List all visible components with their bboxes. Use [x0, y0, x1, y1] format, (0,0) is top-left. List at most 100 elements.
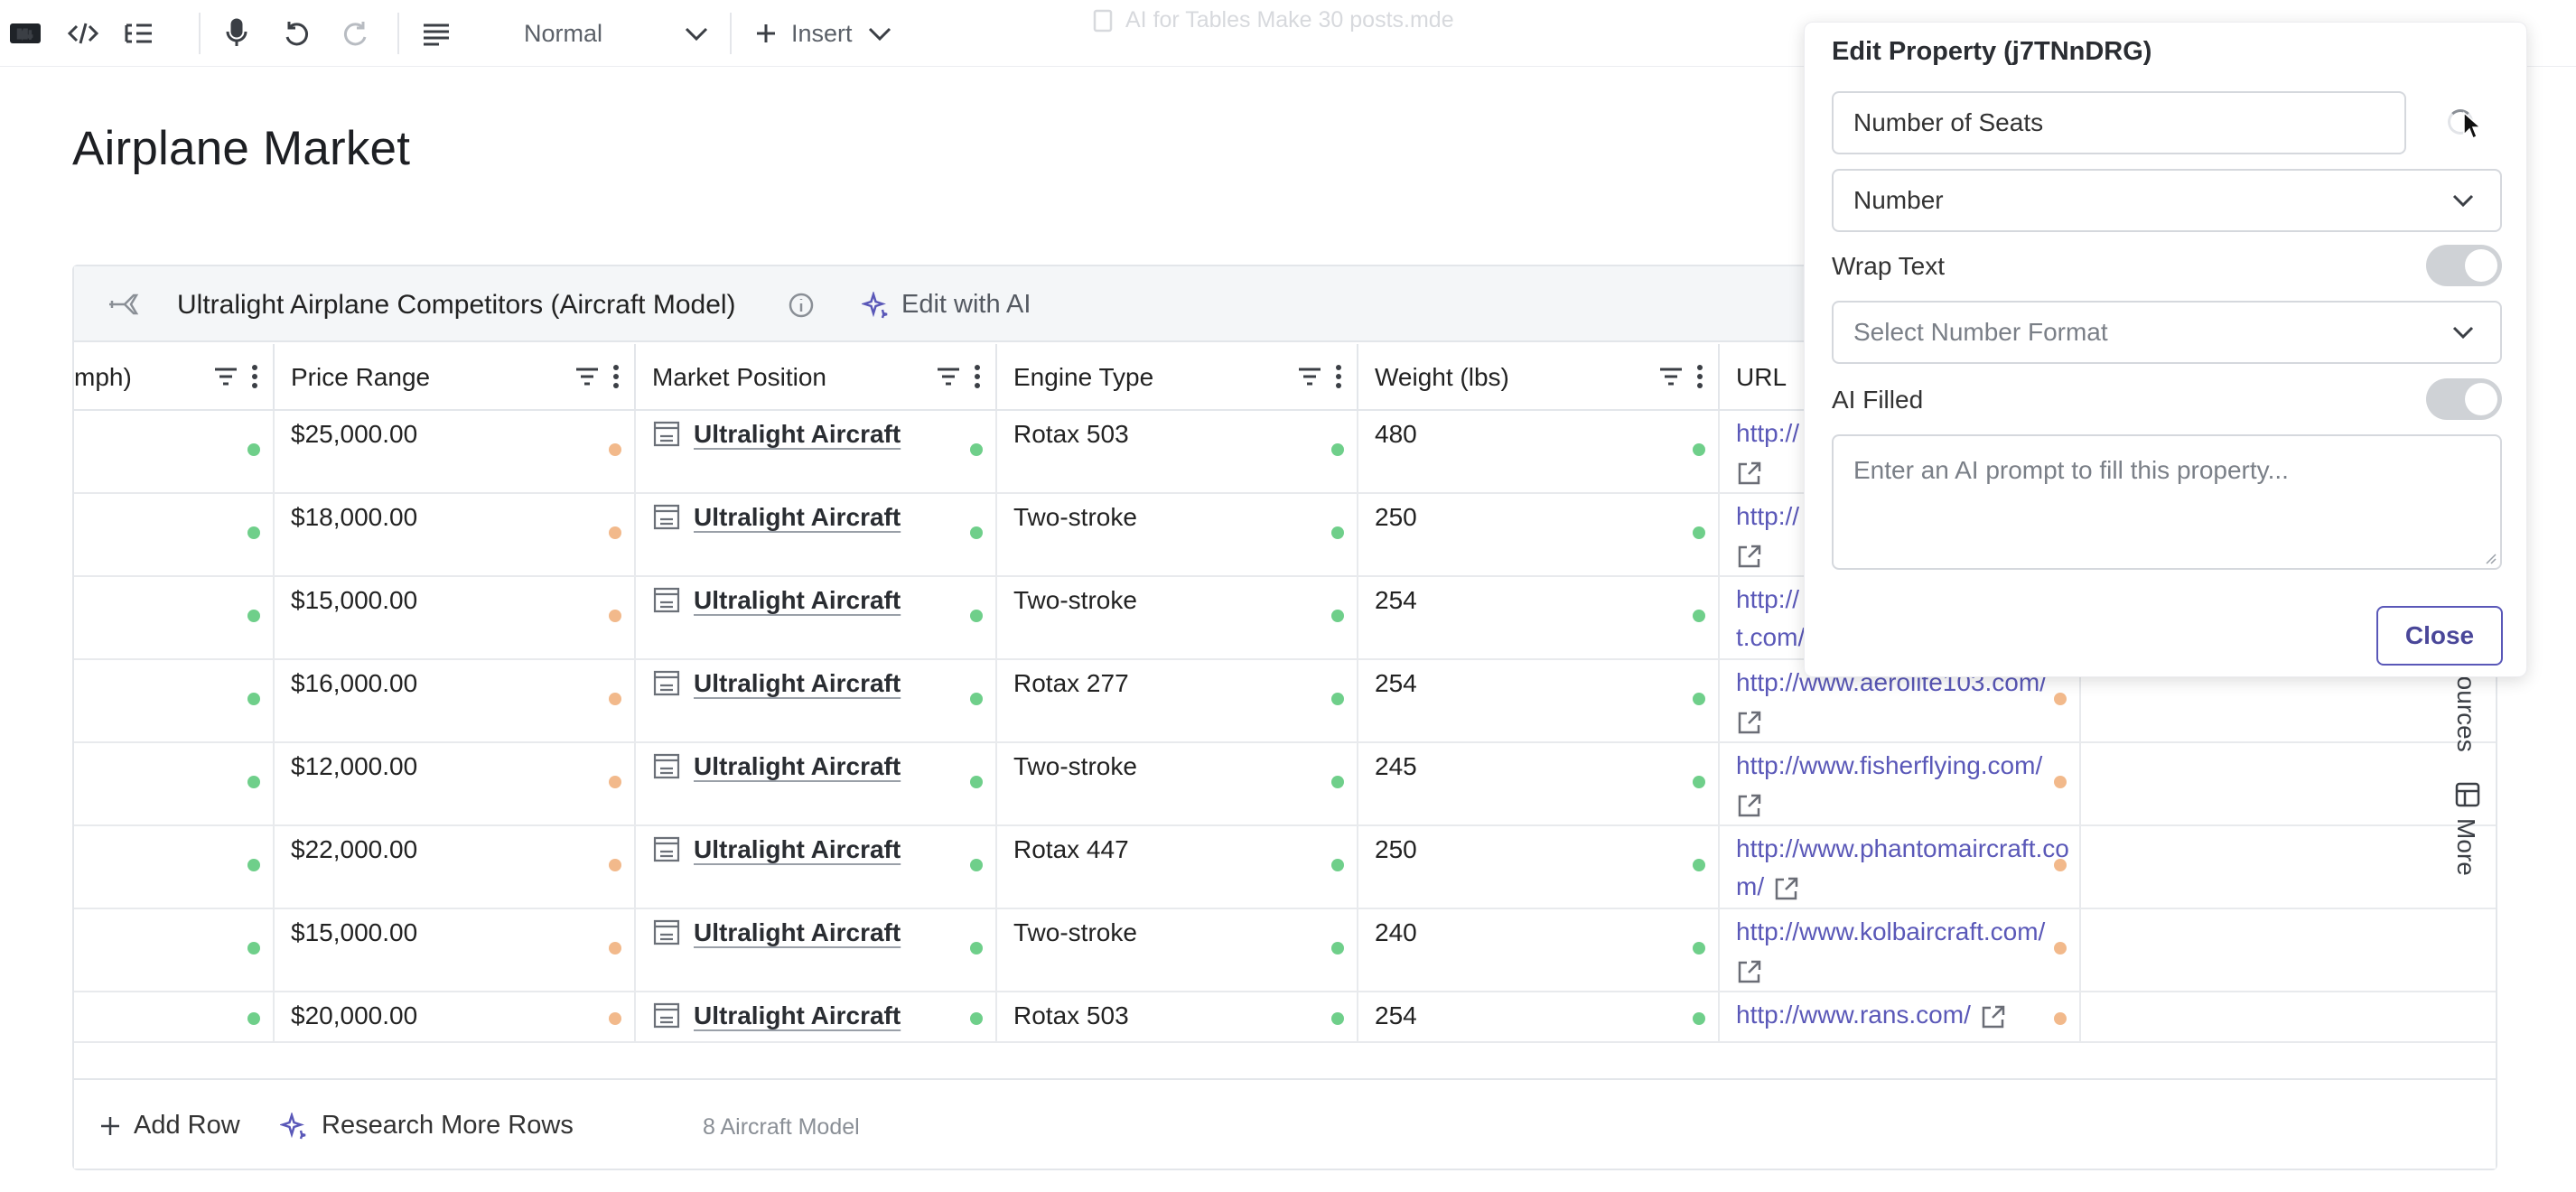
engine-cell[interactable]: Rotax 503: [997, 411, 1358, 492]
url-link[interactable]: http://: [1736, 419, 1799, 447]
url-cell[interactable]: http://www.rans.com/: [1720, 992, 2081, 1041]
url-cell[interactable]: http://www.fisherflying.com/: [1720, 743, 2081, 824]
market-position-cell[interactable]: Ultralight Aircraft: [636, 992, 997, 1041]
market-position-link[interactable]: Ultralight Aircraft: [694, 586, 901, 615]
external-link-icon[interactable]: [1736, 460, 1763, 487]
filter-icon[interactable]: [1297, 366, 1322, 387]
weight-cell[interactable]: 240: [1358, 909, 1720, 991]
table-row[interactable]: $15,000.00 Ultralight Aircraft Two-strok…: [74, 909, 2496, 992]
external-link-icon[interactable]: [1736, 958, 1763, 985]
speed-cell[interactable]: [74, 577, 275, 658]
market-position-link[interactable]: Ultralight Aircraft: [694, 1001, 901, 1030]
external-link-icon[interactable]: [1773, 875, 1800, 902]
weight-cell[interactable]: 254: [1358, 577, 1720, 658]
code-view-icon[interactable]: [67, 16, 99, 51]
market-position-cell[interactable]: Ultralight Aircraft: [636, 660, 997, 741]
filter-icon[interactable]: [213, 366, 238, 387]
price-cell[interactable]: $15,000.00: [275, 909, 636, 991]
speed-cell[interactable]: [74, 826, 275, 908]
close-button[interactable]: Close: [2376, 606, 2503, 666]
column-header-engine-type[interactable]: Engine Type: [997, 344, 1358, 411]
more-tab[interactable]: More: [2451, 818, 2480, 876]
wrap-text-toggle[interactable]: [2426, 245, 2502, 286]
url-link[interactable]: http://www.fisherflying.com/: [1736, 751, 2042, 779]
speed-cell[interactable]: [74, 494, 275, 575]
price-cell[interactable]: $15,000.00: [275, 577, 636, 658]
insert-button[interactable]: Insert: [755, 16, 892, 51]
engine-cell[interactable]: Two-stroke: [997, 909, 1358, 991]
price-cell[interactable]: $25,000.00: [275, 411, 636, 492]
column-header-price-range[interactable]: Price Range: [275, 344, 636, 411]
column-header-weight[interactable]: Weight (lbs): [1358, 344, 1720, 411]
filter-icon[interactable]: [936, 366, 961, 387]
paragraph-align-icon[interactable]: [421, 16, 452, 51]
url-link[interactable]: http:// t.com/: [1736, 585, 1805, 651]
external-link-icon[interactable]: [1736, 792, 1763, 819]
table-row[interactable]: $20,000.00 Ultralight Aircraft Rotax 503…: [74, 992, 2496, 1043]
engine-cell[interactable]: Rotax 447: [997, 826, 1358, 908]
market-position-link[interactable]: Ultralight Aircraft: [694, 752, 901, 781]
price-cell[interactable]: $16,000.00: [275, 660, 636, 741]
more-vertical-icon[interactable]: [1335, 364, 1342, 389]
undo-icon[interactable]: [282, 16, 311, 51]
microphone-icon[interactable]: [224, 16, 249, 51]
add-row-button[interactable]: Add Row: [99, 1111, 240, 1141]
url-link[interactable]: http://: [1736, 502, 1799, 530]
market-position-cell[interactable]: Ultralight Aircraft: [636, 826, 997, 908]
weight-cell[interactable]: 250: [1358, 494, 1720, 575]
price-cell[interactable]: $18,000.00: [275, 494, 636, 575]
table-row[interactable]: $12,000.00 Ultralight Aircraft Two-strok…: [74, 743, 2496, 826]
number-format-select[interactable]: Select Number Format: [1832, 301, 2502, 364]
price-cell[interactable]: $22,000.00: [275, 826, 636, 908]
market-position-cell[interactable]: Ultralight Aircraft: [636, 743, 997, 824]
market-position-cell[interactable]: Ultralight Aircraft: [636, 494, 997, 575]
weight-cell[interactable]: 245: [1358, 743, 1720, 824]
engine-cell[interactable]: Two-stroke: [997, 494, 1358, 575]
speed-cell[interactable]: [74, 660, 275, 741]
resize-handle-icon[interactable]: [2484, 552, 2497, 564]
more-vertical-icon[interactable]: [1696, 364, 1703, 389]
more-vertical-icon[interactable]: [974, 364, 981, 389]
price-cell[interactable]: $20,000.00: [275, 992, 636, 1041]
research-more-rows-button[interactable]: Research More Rows: [280, 1111, 574, 1141]
url-cell[interactable]: http://www.phantomaircraft.com/: [1720, 826, 2081, 908]
info-icon[interactable]: [788, 292, 815, 319]
property-name-input[interactable]: Number of Seats: [1832, 91, 2406, 154]
price-cell[interactable]: $12,000.00: [275, 743, 636, 824]
weight-cell[interactable]: 254: [1358, 660, 1720, 741]
weight-cell[interactable]: 254: [1358, 992, 1720, 1041]
market-position-link[interactable]: Ultralight Aircraft: [694, 420, 901, 449]
markdown-icon[interactable]: M↓: [9, 16, 42, 51]
market-position-cell[interactable]: Ultralight Aircraft: [636, 411, 997, 492]
edit-with-ai-button[interactable]: Edit with AI: [862, 290, 1031, 320]
weight-cell[interactable]: 250: [1358, 826, 1720, 908]
redo-icon[interactable]: [341, 16, 370, 51]
ai-filled-toggle[interactable]: [2426, 378, 2502, 420]
more-vertical-icon[interactable]: [612, 364, 620, 389]
table-row[interactable]: $22,000.00 Ultralight Aircraft Rotax 447…: [74, 826, 2496, 909]
filter-icon[interactable]: [1658, 366, 1684, 387]
text-style-select[interactable]: Normal: [492, 16, 709, 51]
speed-cell[interactable]: [74, 992, 275, 1041]
market-position-link[interactable]: Ultralight Aircraft: [694, 918, 901, 947]
ai-prompt-textarea[interactable]: Enter an AI prompt to fill this property…: [1832, 434, 2502, 570]
column-header-market-position[interactable]: Market Position: [636, 344, 997, 411]
market-position-cell[interactable]: Ultralight Aircraft: [636, 577, 997, 658]
external-link-icon[interactable]: [1736, 543, 1763, 570]
speed-cell[interactable]: [74, 411, 275, 492]
market-position-link[interactable]: Ultralight Aircraft: [694, 503, 901, 532]
url-cell[interactable]: http://www.kolbaircraft.com/: [1720, 909, 2081, 991]
property-type-select[interactable]: Number: [1832, 169, 2502, 232]
market-position-link[interactable]: Ultralight Aircraft: [694, 835, 901, 864]
engine-cell[interactable]: Rotax 277: [997, 660, 1358, 741]
column-header-speed[interactable]: mph): [74, 344, 275, 411]
engine-cell[interactable]: Rotax 503: [997, 992, 1358, 1041]
outline-icon[interactable]: [123, 16, 155, 51]
market-position-link[interactable]: Ultralight Aircraft: [694, 669, 901, 698]
market-position-cell[interactable]: Ultralight Aircraft: [636, 909, 997, 991]
engine-cell[interactable]: Two-stroke: [997, 743, 1358, 824]
speed-cell[interactable]: [74, 743, 275, 824]
url-link[interactable]: http://www.kolbaircraft.com/: [1736, 917, 2045, 945]
speed-cell[interactable]: [74, 909, 275, 991]
external-link-icon[interactable]: [1980, 1003, 2007, 1030]
